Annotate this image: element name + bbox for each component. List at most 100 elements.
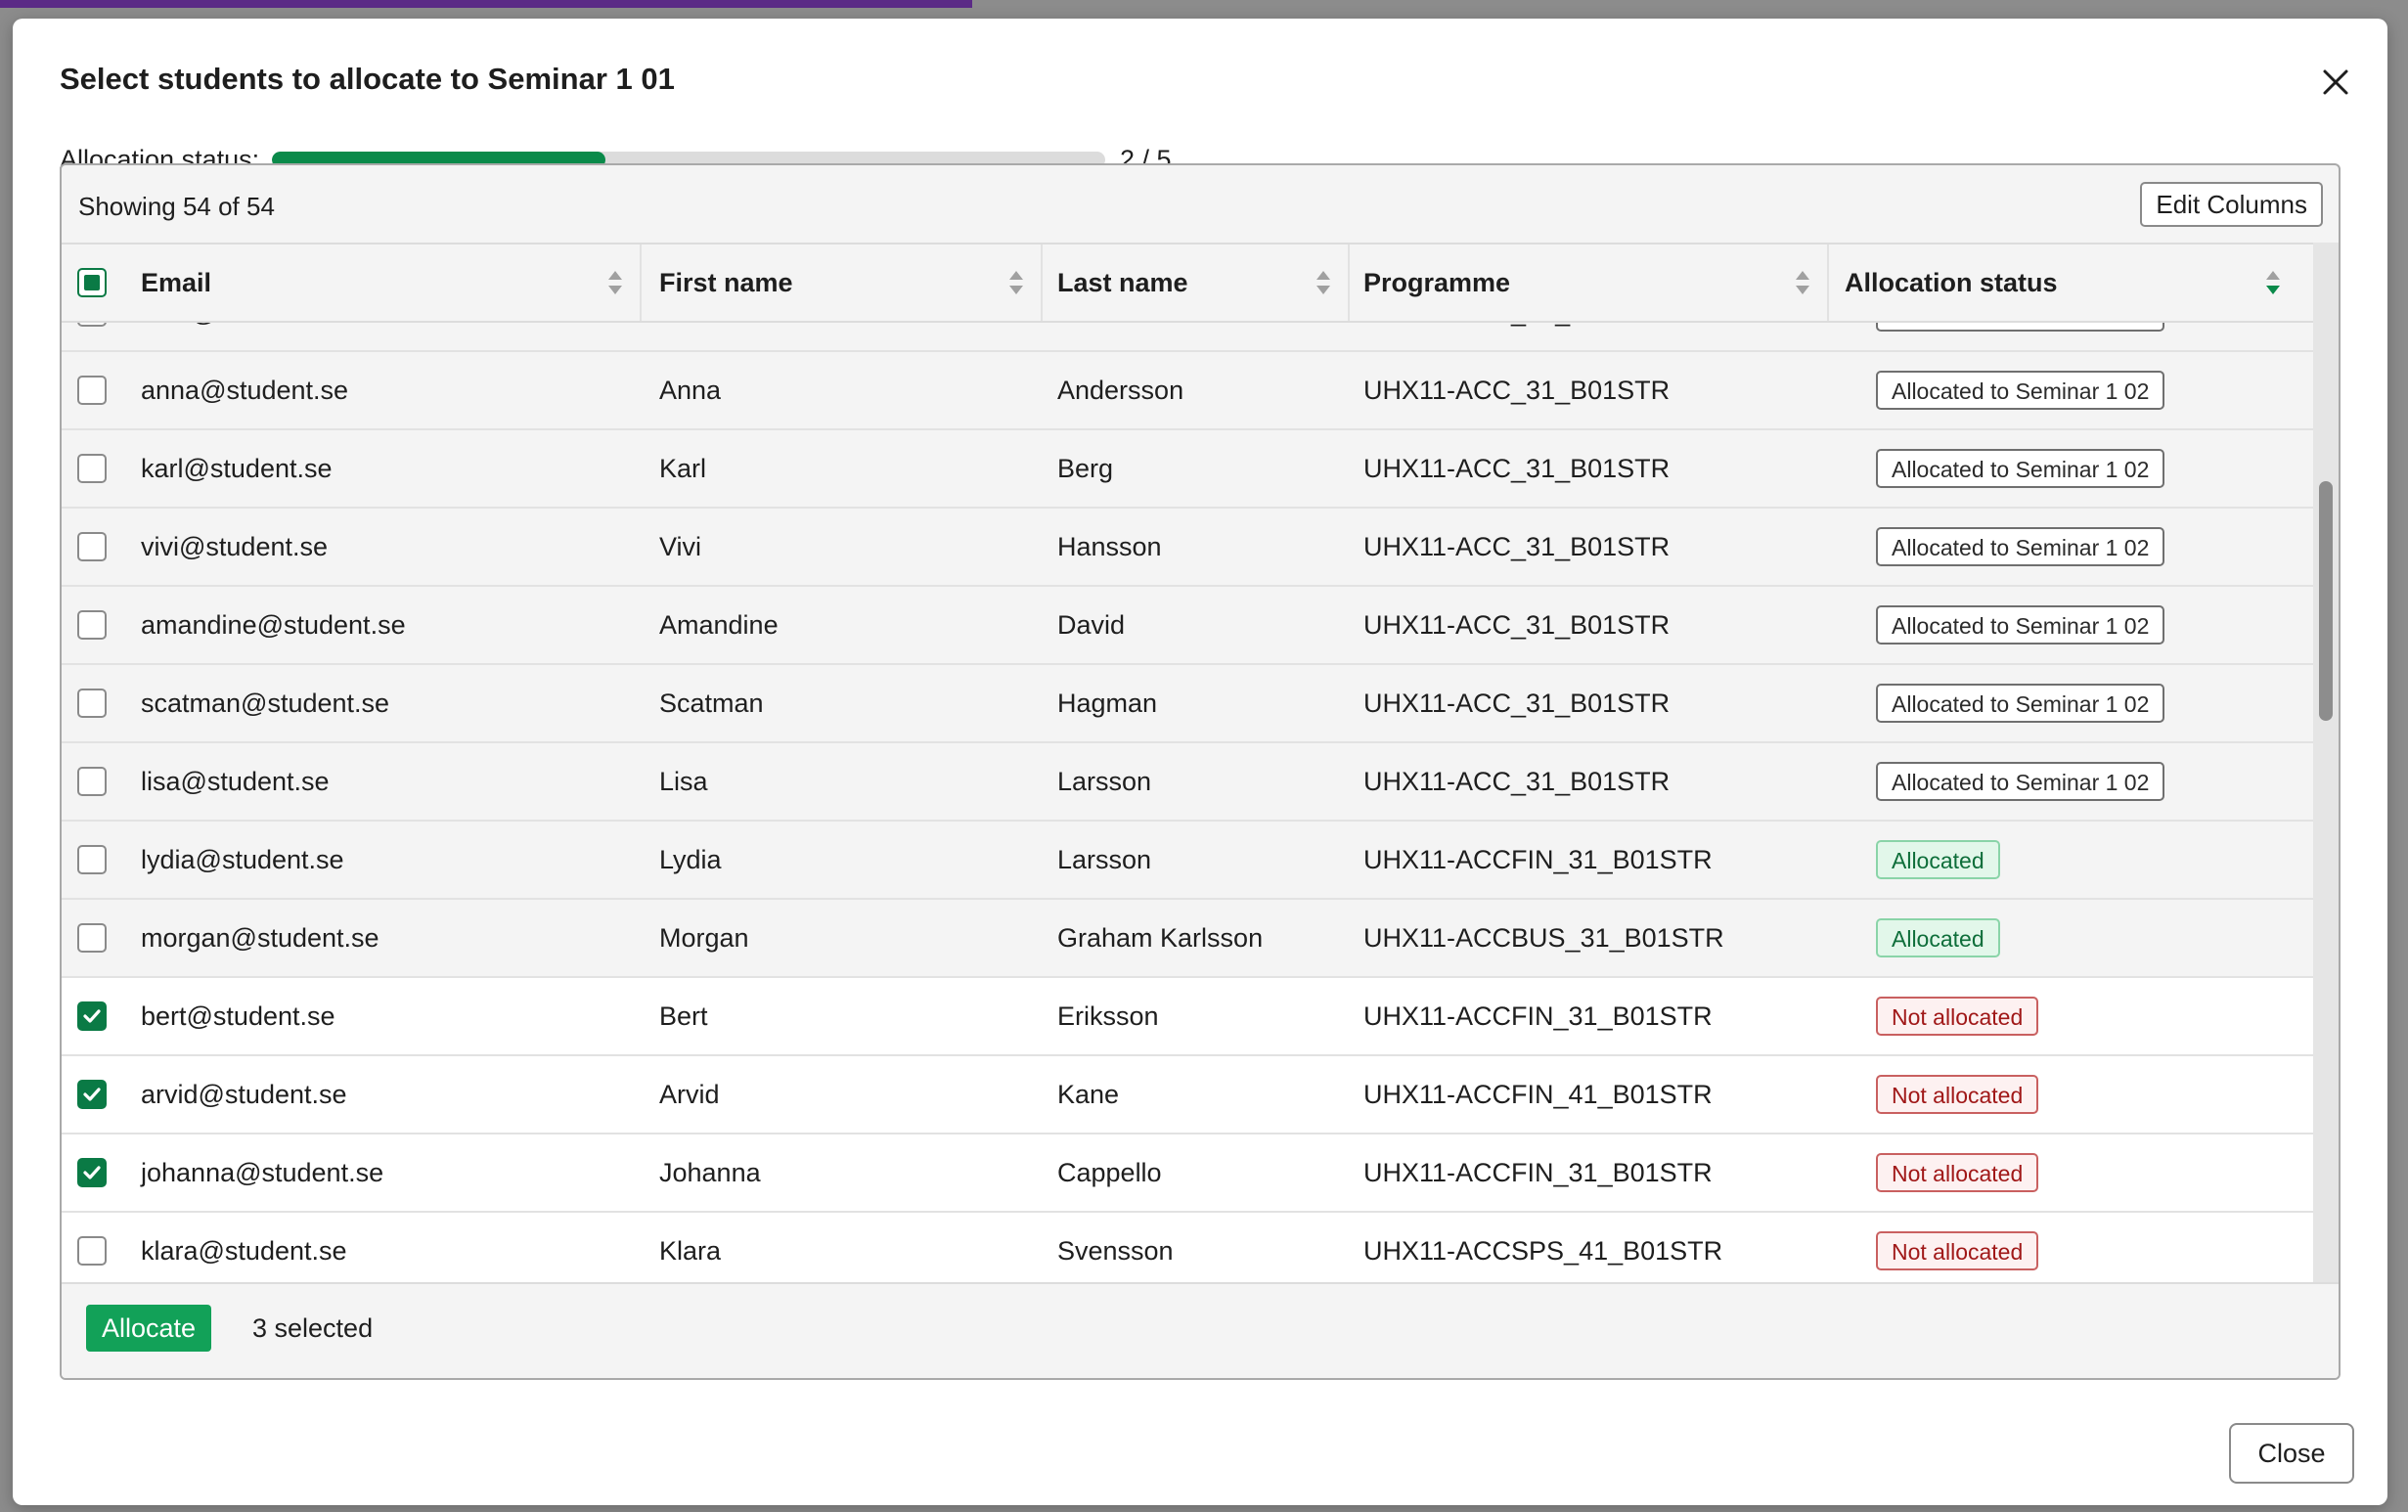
status-badge: Allocated to Seminar 1 02: [1876, 684, 2165, 723]
cell-last-name: Graham Karlsson: [1057, 922, 1264, 953]
scrollbar-thumb[interactable]: [2319, 481, 2333, 721]
column-header-allocation-status[interactable]: Allocation status: [1829, 245, 2297, 321]
check-icon: [83, 1166, 101, 1179]
column-header-label: Programme: [1363, 267, 1511, 297]
cell-allocation-status: Allocated: [1837, 900, 2323, 976]
cell-first-name: Arvid: [659, 1079, 720, 1109]
cell-programme: UHX11-ACC_31_B01STR: [1363, 375, 1671, 405]
cell-last-name: Svensson: [1057, 1235, 1174, 1266]
cell-first-name: Elda: [659, 319, 712, 350]
allocate-button[interactable]: Allocate: [86, 1305, 212, 1352]
column-header-email[interactable]: Email: [62, 245, 642, 321]
selected-count: 3 selected: [252, 1313, 374, 1343]
table-row[interactable]: morgan@student.se Morgan Graham Karlsson UH…: [62, 900, 2323, 978]
cell-first-name: Karl: [659, 453, 707, 483]
cell-email: olda@student.se: [141, 319, 339, 350]
row-checkbox[interactable]: [77, 1001, 107, 1031]
cell-programme: UHX11-ACC_31_B01STR: [1363, 319, 1670, 350]
cell-last-name: Eriksson: [1057, 1001, 1159, 1031]
sort-icon: [1009, 271, 1023, 294]
status-badge: Not allocated: [1876, 1153, 2039, 1192]
cell-programme: UHX11-ACC_31_B01STR: [1363, 531, 1671, 561]
sort-icon: [1316, 271, 1330, 294]
table-row[interactable]: karl@student.se Karl Berg UHX11-ACC_31_B01S…: [62, 430, 2323, 509]
status-badge: Not allocated: [1876, 1231, 2039, 1270]
cell-email: johanna@student.se: [141, 1157, 384, 1187]
table-row[interactable]: arvid@student.se Arvid Kane UHX11-ACCFIN_41…: [62, 1056, 2323, 1134]
check-icon: [83, 1009, 101, 1023]
cell-last-name: Hagman: [1057, 688, 1158, 718]
row-checkbox[interactable]: [77, 454, 107, 483]
cell-last-name: Johansson: [1057, 319, 1185, 350]
table-row[interactable]: olda@student.se Elda Johansson UHX11-ACC_31…: [62, 319, 2323, 352]
table-scrollbar[interactable]: [2313, 243, 2339, 1282]
cell-first-name: Klara: [659, 1235, 722, 1266]
cell-allocation-status: Not allocated: [1837, 1056, 2323, 1133]
table-row[interactable]: johanna@student.se Johanna Cappello UHX11-A…: [62, 1134, 2323, 1213]
cell-email: klara@student.se: [141, 1235, 347, 1266]
column-header-programme[interactable]: Programme: [1350, 245, 1829, 321]
edit-columns-button[interactable]: Edit Columns: [2140, 182, 2323, 227]
close-button[interactable]: Close: [2229, 1423, 2354, 1484]
table-row[interactable]: lisa@student.se Lisa Larsson UHX11-ACC_31_B…: [62, 743, 2323, 822]
cell-first-name: Lisa: [659, 766, 708, 796]
students-table-panel: Showing 54 of 54 Edit Columns Email Firs…: [60, 163, 2341, 1380]
row-checkbox[interactable]: [77, 532, 107, 561]
table-row[interactable]: vivi@student.se Vivi Hansson UHX11-ACC_31_B…: [62, 509, 2323, 587]
status-badge: Allocated: [1876, 918, 2000, 957]
cell-email: lydia@student.se: [141, 844, 344, 874]
table-row[interactable]: klara@student.se Klara Svensson UHX11-ACCSP…: [62, 1213, 2323, 1282]
cell-last-name: Andersson: [1057, 375, 1184, 405]
cell-email: amandine@student.se: [141, 609, 406, 640]
table-rows: olda@student.se Elda Johansson UHX11-ACC_31…: [62, 319, 2323, 1282]
top-progress-bar: [0, 0, 972, 8]
cell-first-name: Morgan: [659, 922, 749, 953]
column-header-first-name[interactable]: First name: [642, 245, 1043, 321]
cell-allocation-status: Allocated to Seminar 1 02: [1837, 319, 2323, 350]
cell-email: karl@student.se: [141, 453, 333, 483]
cell-first-name: Scatman: [659, 688, 764, 718]
allocation-dialog: Select students to allocate to Seminar 1…: [13, 19, 2387, 1505]
cell-allocation-status: Allocated to Seminar 1 02: [1837, 509, 2323, 585]
row-checkbox[interactable]: [77, 1158, 107, 1187]
cell-programme: UHX11-ACC_31_B01STR: [1363, 609, 1671, 640]
cell-email: anna@student.se: [141, 375, 349, 405]
cell-programme: UHX11-ACC_31_B01STR: [1363, 688, 1671, 718]
column-header-last-name[interactable]: Last name: [1043, 245, 1350, 321]
table-row[interactable]: scatman@student.se Scatman Hagman UHX11-ACC…: [62, 665, 2323, 743]
column-header-label: Allocation status: [1845, 267, 2058, 297]
row-checkbox[interactable]: [77, 767, 107, 796]
row-checkbox[interactable]: [77, 689, 107, 718]
sort-icon: [608, 271, 622, 294]
status-badge: Allocated to Seminar 1 02: [1876, 527, 2165, 566]
close-icon[interactable]: [2311, 58, 2360, 107]
table-row[interactable]: amandine@student.se Amandine David UHX11-AC…: [62, 587, 2323, 665]
table-header: Email First name Last name Programme All…: [62, 243, 2323, 323]
table-row[interactable]: anna@student.se Anna Andersson UHX11-ACC_31…: [62, 352, 2323, 430]
table-row[interactable]: bert@student.se Bert Eriksson UHX11-ACCFIN_…: [62, 978, 2323, 1056]
cell-allocation-status: Allocated to Seminar 1 02: [1837, 743, 2323, 820]
status-badge: Allocated to Seminar 1 02: [1876, 762, 2165, 801]
cell-allocation-status: Not allocated: [1837, 978, 2323, 1054]
cell-last-name: David: [1057, 609, 1126, 640]
row-checkbox[interactable]: [77, 845, 107, 874]
cell-programme: UHX11-ACCBUS_31_B01STR: [1363, 922, 1724, 953]
cell-allocation-status: Allocated: [1837, 822, 2323, 898]
status-badge: Allocated to Seminar 1 02: [1876, 605, 2165, 645]
table-row[interactable]: lydia@student.se Lydia Larsson UHX11-ACCFIN…: [62, 822, 2323, 900]
row-checkbox[interactable]: [77, 610, 107, 640]
row-checkbox[interactable]: [77, 1236, 107, 1266]
table-footer: Allocate 3 selected: [62, 1282, 2339, 1378]
sort-desc-icon: [2266, 271, 2280, 294]
cell-programme: UHX11-ACC_31_B01STR: [1363, 766, 1671, 796]
cell-allocation-status: Allocated to Seminar 1 02: [1837, 352, 2323, 428]
cell-email: bert@student.se: [141, 1001, 335, 1031]
row-checkbox[interactable]: [77, 923, 107, 953]
row-checkbox[interactable]: [77, 1080, 107, 1109]
cell-first-name: Anna: [659, 375, 722, 405]
cell-email: scatman@student.se: [141, 688, 390, 718]
status-badge: Allocated: [1876, 840, 2000, 879]
row-checkbox[interactable]: [77, 376, 107, 405]
cell-first-name: Bert: [659, 1001, 708, 1031]
status-badge: Allocated to Seminar 1 02: [1876, 371, 2165, 410]
